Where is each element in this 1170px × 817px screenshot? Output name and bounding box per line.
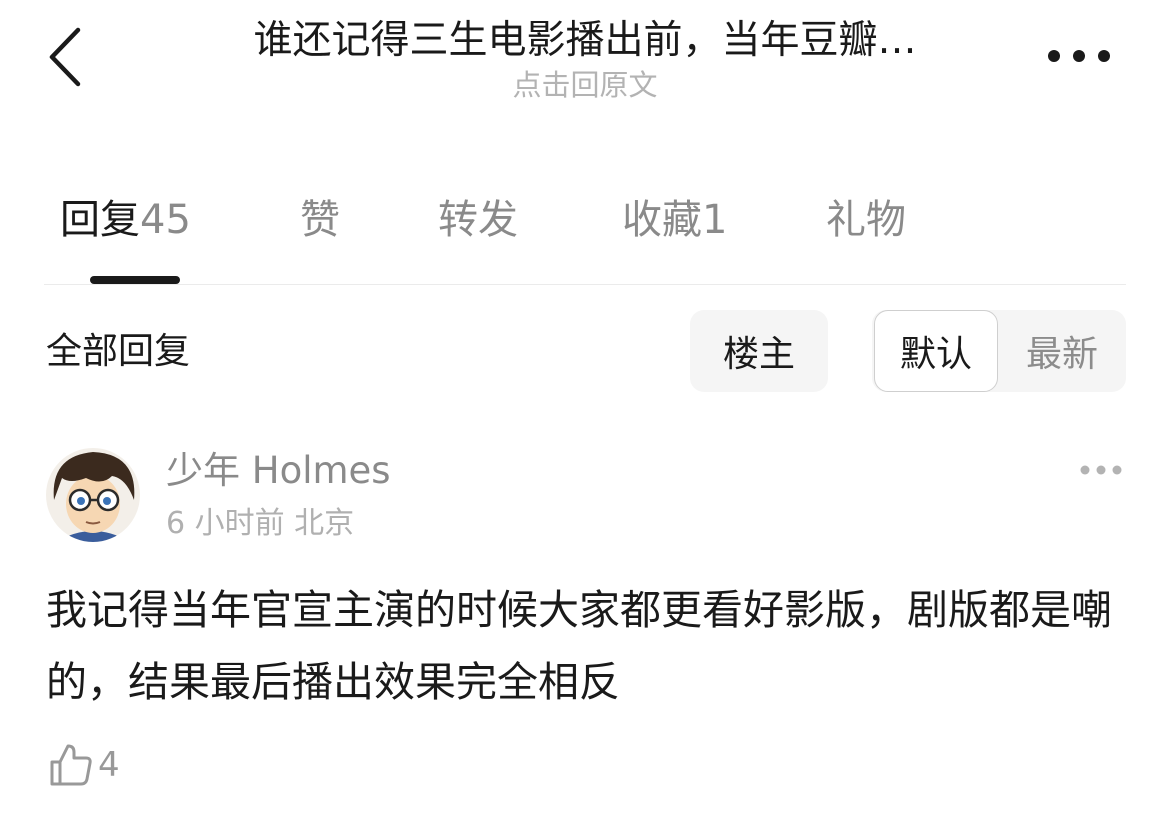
tab-label: 回复 [60, 197, 140, 243]
tab-reposts[interactable]: 转发 [438, 192, 518, 248]
tab-label: 礼物 [826, 197, 906, 243]
back-button[interactable] [40, 22, 90, 92]
tabs-divider [44, 284, 1126, 285]
tab-count: 45 [140, 197, 191, 243]
tab-label: 赞 [300, 197, 340, 243]
tab-label: 转发 [438, 197, 518, 243]
like-button[interactable]: 4 [48, 740, 120, 790]
sort-latest-button[interactable]: 最新 [1000, 310, 1124, 392]
tab-likes[interactable]: 赞 [300, 192, 340, 248]
op-filter-button[interactable]: 楼主 [690, 310, 828, 392]
tab-replies[interactable]: 回复45 [60, 192, 191, 248]
tab-count: 1 [702, 197, 728, 243]
more-horizontal-icon [1048, 50, 1110, 62]
comment-text: 我记得当年官宣主演的时候大家都更看好影版，剧版都是嘲的，结果最后播出效果完全相反 [46, 586, 1112, 706]
section-title: 全部回复 [46, 331, 191, 372]
active-tab-indicator [90, 276, 180, 284]
chevron-left-icon [49, 27, 81, 87]
tab-gifts[interactable]: 礼物 [826, 192, 906, 248]
comment-author[interactable]: 少年 Holmes [166, 448, 391, 494]
avatar[interactable] [46, 448, 140, 542]
tab-label: 收藏 [622, 197, 702, 243]
sort-default-button[interactable]: 默认 [874, 310, 998, 392]
comment-meta: 6 小时前 北京 [166, 506, 355, 541]
thumbs-up-icon [50, 744, 92, 786]
post-title: 谁还记得三生电影播出前，当年豆瓣… [253, 18, 917, 63]
more-options-button[interactable] [1044, 38, 1114, 74]
tab-favorites[interactable]: 收藏1 [622, 192, 727, 248]
more-horizontal-icon [1080, 465, 1122, 475]
like-count: 4 [98, 745, 120, 785]
comment-more-button[interactable] [1078, 458, 1124, 482]
back-to-original-link[interactable]: 点击回原文 [150, 66, 1020, 104]
